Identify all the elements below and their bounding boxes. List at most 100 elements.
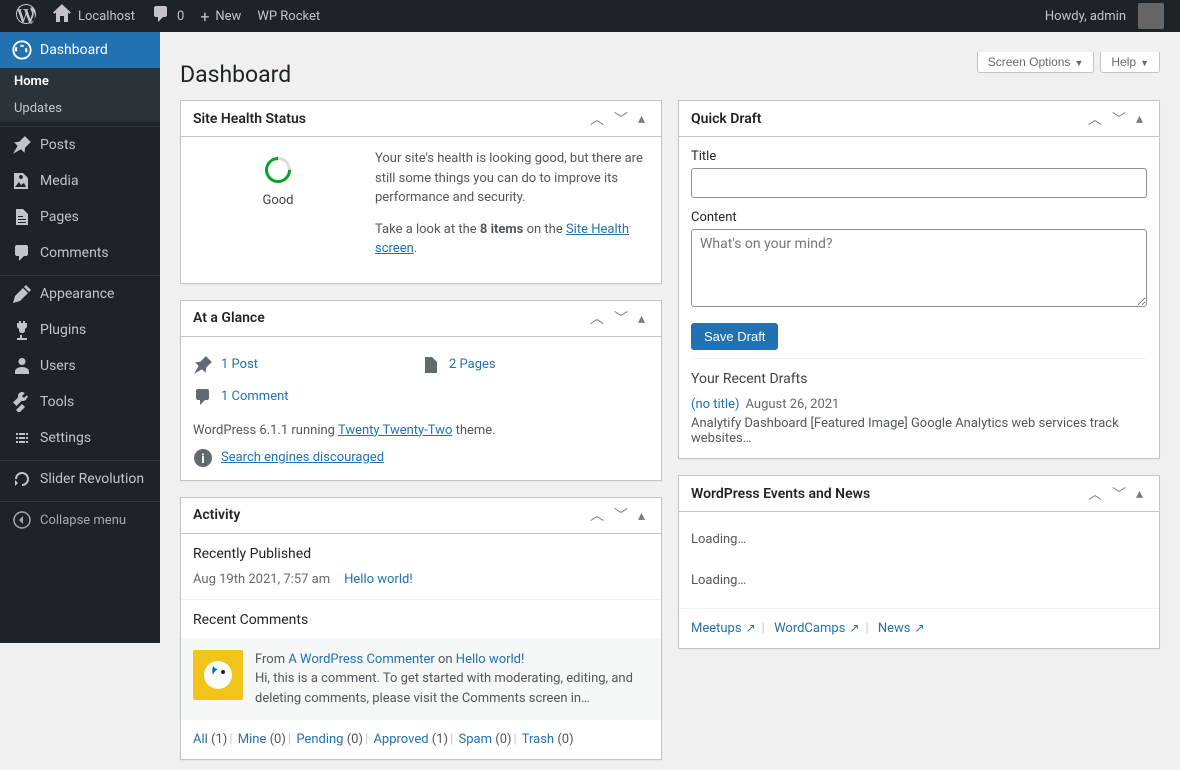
comment-author-link[interactable]: A WordPress Commenter: [288, 652, 434, 667]
theme-link[interactable]: Twenty Twenty-Two: [338, 423, 452, 438]
help-button[interactable]: Help▼: [1100, 52, 1160, 73]
health-gauge-icon: [260, 152, 297, 189]
menu-plugins[interactable]: Plugins: [0, 312, 160, 348]
menu-comments[interactable]: Comments: [0, 235, 160, 271]
toggle-button[interactable]: ▴: [1132, 480, 1147, 508]
menu-users[interactable]: Users: [0, 348, 160, 384]
collapse-menu[interactable]: Collapse menu: [0, 502, 160, 538]
menu-slider-revolution[interactable]: Slider Revolution: [0, 461, 160, 497]
health-message: Your site's health is looking good, but …: [375, 149, 649, 208]
comment-excerpt: Hi, this is a comment. To get started wi…: [255, 669, 649, 708]
brush-icon: [12, 284, 32, 304]
toggle-button[interactable]: ▴: [634, 501, 649, 529]
menu-tools[interactable]: Tools: [0, 384, 160, 420]
activity-widget: Activity ︿ ﹀ ▴ Recently Published Aug 19…: [180, 497, 662, 761]
menu-settings[interactable]: Settings: [0, 420, 160, 456]
filter-mine[interactable]: Mine: [238, 732, 267, 747]
draft-excerpt: Analytify Dashboard [Featured Image] Goo…: [691, 416, 1147, 446]
media-icon: [12, 171, 32, 191]
screen-options-button[interactable]: Screen Options▼: [977, 52, 1095, 73]
move-up-button[interactable]: ︿: [586, 105, 608, 133]
toggle-button[interactable]: ▴: [634, 304, 649, 332]
wp-version: WordPress 6.1.1 running Twenty Twenty-Tw…: [193, 413, 649, 438]
move-down-button[interactable]: ﹀: [610, 501, 632, 529]
users-icon: [12, 356, 32, 376]
publish-date: Aug 19th 2021, 7:57 am: [193, 572, 330, 587]
filter-spam[interactable]: Spam: [459, 732, 493, 747]
title-label: Title: [691, 149, 1147, 164]
plus-icon: +: [200, 7, 209, 26]
pin-icon: [12, 135, 32, 155]
draft-link[interactable]: (no title): [691, 397, 740, 412]
wprocket-menu[interactable]: WP Rocket: [249, 0, 328, 32]
comment-icon: [151, 4, 171, 28]
wp-logo-menu[interactable]: [8, 0, 44, 32]
filter-approved[interactable]: Approved: [373, 732, 428, 747]
at-a-glance-widget: At a Glance ︿ ﹀ ▴ 1 Post: [180, 300, 662, 481]
my-account-menu[interactable]: Howdy, admin: [1037, 0, 1172, 32]
comment-post-link[interactable]: Hello world!: [456, 652, 525, 667]
comment-filters: All (1)| Mine (0)| Pending (0)| Approved…: [181, 720, 661, 759]
settings-icon: [12, 428, 32, 448]
draft-item: (no title)August 26, 2021 Analytify Dash…: [691, 397, 1147, 446]
health-status-label: Good: [201, 193, 355, 208]
comment-item: From A WordPress Commenter on Hello worl…: [181, 638, 661, 721]
menu-pages[interactable]: Pages: [0, 199, 160, 235]
glance-comments: 1 Comment: [193, 381, 421, 413]
wordpress-icon: [16, 4, 36, 28]
menu-appearance[interactable]: Appearance: [0, 276, 160, 312]
move-up-button[interactable]: ︿: [1084, 480, 1106, 508]
new-content-menu[interactable]: +New: [192, 0, 249, 32]
content-label: Content: [691, 210, 1147, 225]
wordcamps-link[interactable]: WordCamps: [774, 621, 845, 636]
section-heading: Recently Published: [193, 546, 649, 562]
move-down-button[interactable]: ﹀: [610, 105, 632, 133]
move-down-button[interactable]: ﹀: [610, 304, 632, 332]
filter-trash[interactable]: Trash: [522, 732, 554, 747]
draft-title-input[interactable]: [691, 168, 1147, 198]
post-link[interactable]: Hello world!: [344, 572, 413, 587]
move-up-button[interactable]: ︿: [586, 304, 608, 332]
external-icon: ↗: [849, 621, 859, 635]
news-link[interactable]: News: [878, 621, 911, 636]
site-name-menu[interactable]: Localhost: [44, 0, 143, 32]
quick-draft-widget: Quick Draft ︿ ﹀ ▴ Title Cont: [678, 100, 1160, 459]
menu-dashboard[interactable]: Dashboard: [0, 32, 160, 68]
filter-pending[interactable]: Pending: [296, 732, 343, 747]
widget-title: Quick Draft: [691, 111, 761, 127]
toggle-button[interactable]: ▴: [1132, 105, 1147, 133]
section-heading: Recent Comments: [193, 612, 649, 628]
toggle-button[interactable]: ▴: [634, 105, 649, 133]
save-draft-button[interactable]: Save Draft: [691, 323, 778, 350]
collapse-icon: [12, 510, 32, 530]
comments-menu[interactable]: 0: [143, 0, 192, 32]
move-up-button[interactable]: ︿: [1084, 105, 1106, 133]
filter-all[interactable]: All: [193, 732, 208, 747]
widget-title: WordPress Events and News: [691, 486, 870, 502]
widget-title: Activity: [193, 507, 240, 523]
glance-pages: 2 Pages: [421, 349, 649, 381]
move-up-button[interactable]: ︿: [586, 501, 608, 529]
loading-text: Loading…: [691, 524, 1147, 555]
comment-avatar: [193, 650, 243, 700]
meetups-link[interactable]: Meetups: [691, 621, 742, 636]
menu-media[interactable]: Media: [0, 163, 160, 199]
move-down-button[interactable]: ﹀: [1108, 480, 1130, 508]
tools-icon: [12, 392, 32, 412]
external-icon: ↗: [915, 621, 925, 635]
chevron-down-icon: ▼: [1074, 58, 1083, 68]
page-icon: [421, 355, 441, 375]
draft-content-textarea[interactable]: [691, 229, 1147, 307]
home-icon: [52, 4, 72, 28]
submenu-home[interactable]: Home: [0, 68, 160, 95]
comment-icon: [193, 387, 213, 407]
events-news-widget: WordPress Events and News ︿ ﹀ ▴ Loading……: [678, 475, 1160, 649]
page-title: Dashboard: [180, 52, 291, 92]
submenu-updates[interactable]: Updates: [0, 95, 160, 122]
dashboard-icon: [12, 40, 32, 60]
external-icon: ↗: [746, 621, 756, 635]
move-down-button[interactable]: ﹀: [1108, 105, 1130, 133]
widget-title: At a Glance: [193, 310, 265, 326]
menu-posts[interactable]: Posts: [0, 127, 160, 163]
avatar-icon: [1138, 3, 1164, 29]
